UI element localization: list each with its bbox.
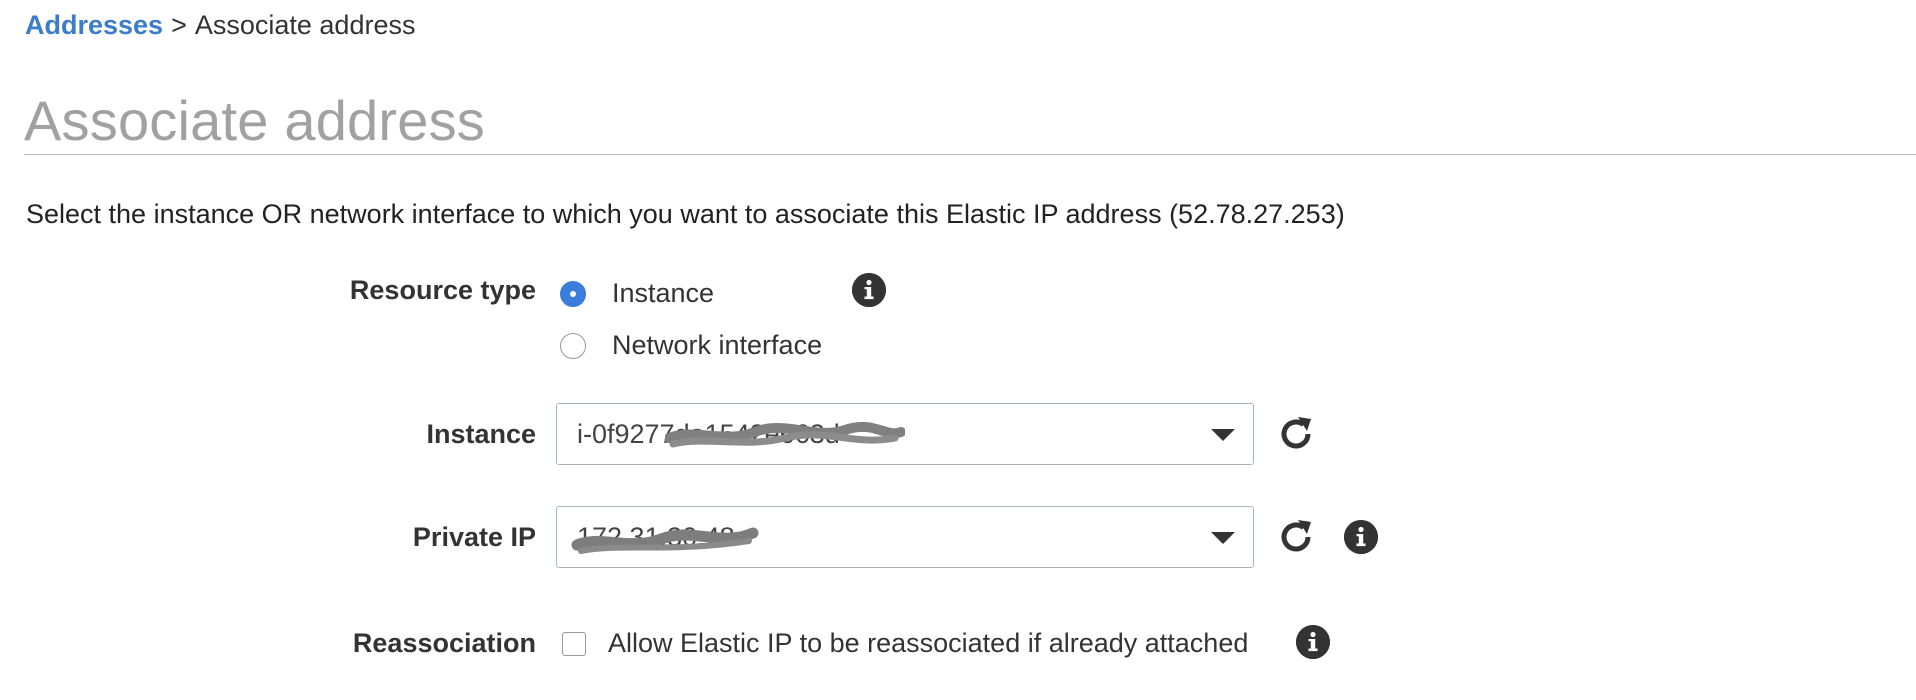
chevron-down-icon: [1211, 532, 1235, 544]
intro-text: Select the instance OR network interface…: [26, 199, 1345, 229]
private-ip-refresh-icon[interactable]: [1276, 517, 1316, 557]
redaction-scribble: [665, 421, 905, 448]
private-ip-select[interactable]: 172.31.30.48: [556, 506, 1254, 568]
chevron-down-icon: [1211, 429, 1235, 441]
private-ip-label: Private IP: [412, 522, 536, 552]
resource-type-info-icon[interactable]: [852, 273, 886, 307]
title-divider: [24, 154, 1916, 155]
radio-instance[interactable]: [560, 280, 586, 307]
breadcrumb-separator: >: [171, 10, 187, 40]
reassociation-label: Reassociation: [352, 628, 536, 658]
breadcrumb-current: Associate address: [194, 10, 416, 40]
reassociation-checkbox[interactable]: [562, 632, 586, 656]
radio-network-interface[interactable]: [560, 332, 586, 359]
breadcrumb: Addresses > Associate address: [25, 10, 415, 41]
redaction-scribble: [571, 527, 759, 554]
instance-select[interactable]: i-0f9277da1542e663d: [556, 403, 1254, 465]
page-title: Associate address: [24, 89, 485, 152]
instance-label: Instance: [426, 419, 536, 449]
reassociation-info-icon[interactable]: [1296, 625, 1330, 659]
associate-address-page: Addresses > Associate address Associate ad…: [0, 0, 1916, 700]
radio-instance-row[interactable]: Instance: [560, 278, 714, 309]
reassociation-checkbox-label[interactable]: Allow Elastic IP to be reassociated if a…: [608, 628, 1248, 659]
radio-network-interface-row[interactable]: Network interface: [560, 330, 822, 361]
radio-network-interface-label[interactable]: Network interface: [612, 330, 822, 361]
breadcrumb-addresses-link[interactable]: Addresses: [25, 10, 163, 40]
radio-instance-label[interactable]: Instance: [612, 278, 714, 309]
instance-refresh-icon[interactable]: [1276, 414, 1316, 454]
resource-type-label: Resource type: [349, 275, 536, 305]
private-ip-info-icon[interactable]: [1344, 520, 1378, 554]
